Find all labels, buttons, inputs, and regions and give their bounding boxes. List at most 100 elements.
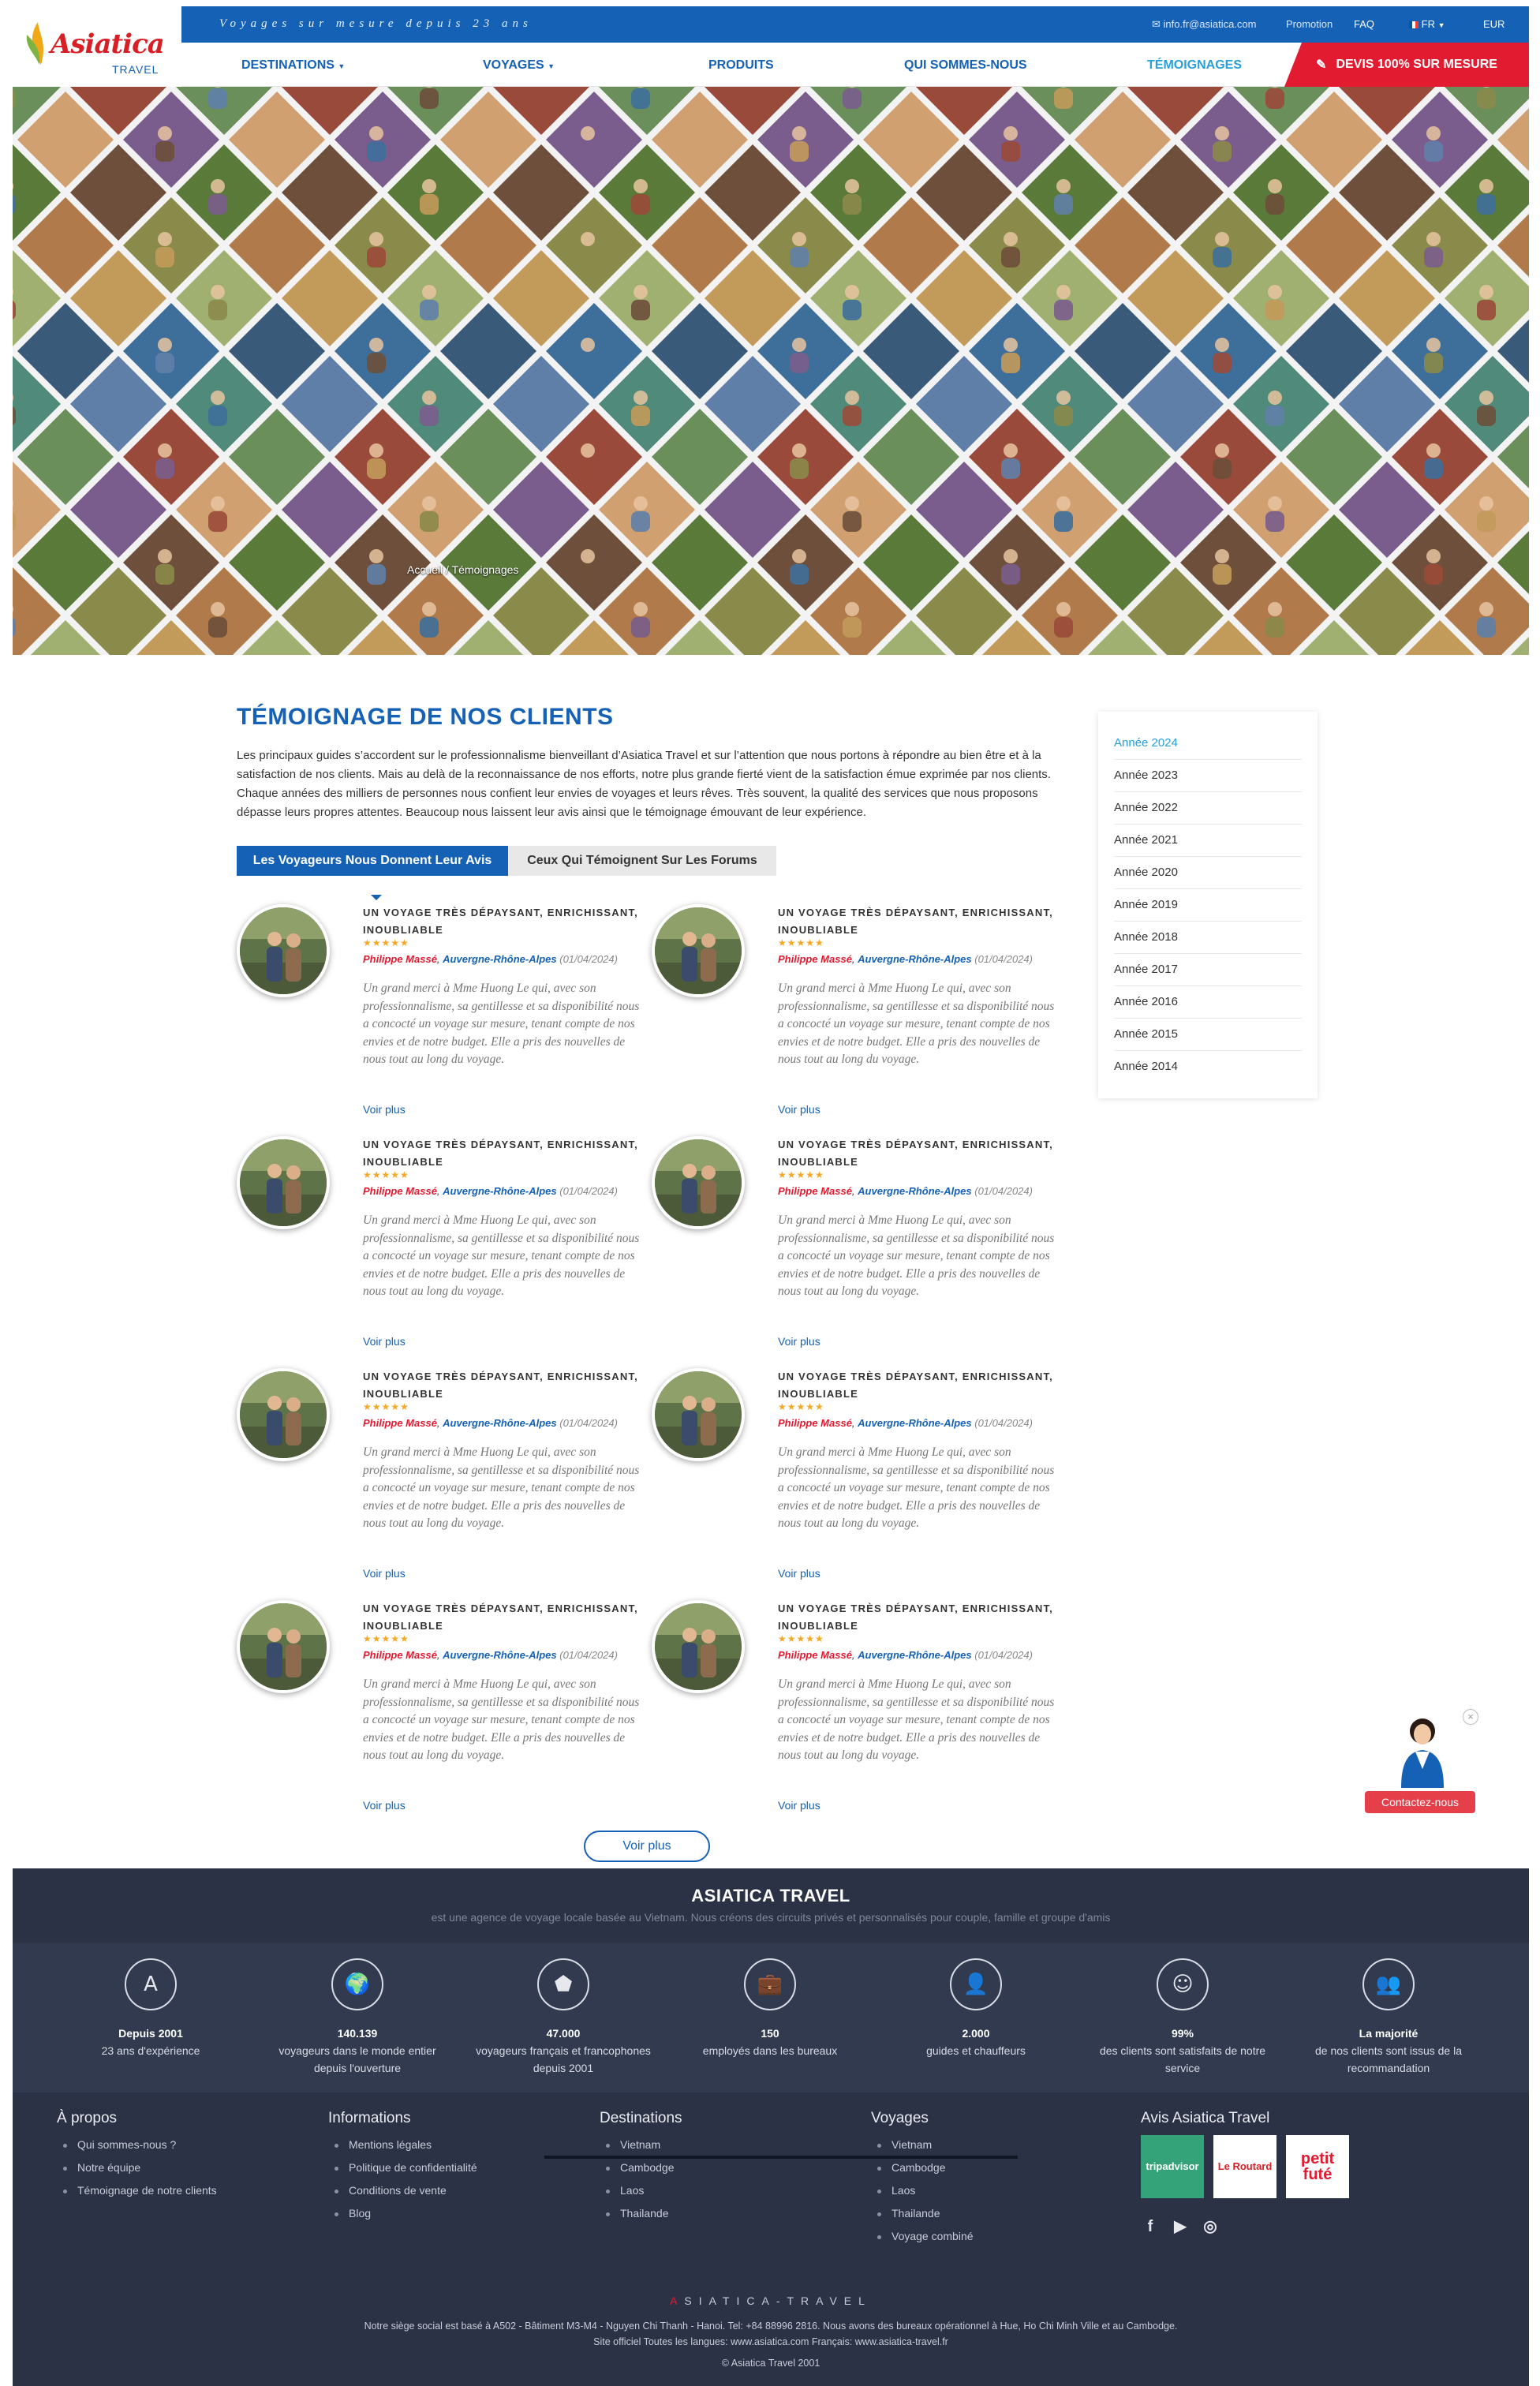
currency-selector[interactable]: EUR: [1483, 18, 1504, 30]
tab-voyageurs-avis[interactable]: Les Voyageurs Nous Donnent Leur Avis: [237, 846, 508, 876]
footer-link[interactable]: Notre équipe: [57, 2156, 217, 2179]
collage-person-shape: [1426, 126, 1441, 140]
collage-person-shape: [1001, 141, 1020, 162]
collage-person-shape: [1054, 617, 1073, 638]
breadcrumb-home[interactable]: Accueil: [407, 563, 443, 576]
review-read-more[interactable]: Voir plus: [363, 1103, 406, 1116]
footer-link[interactable]: Politique de confidentialité: [328, 2156, 477, 2179]
collage-person-shape: [790, 247, 809, 267]
review-read-more[interactable]: Voir plus: [778, 1799, 820, 1812]
collage-person-shape: [208, 511, 227, 532]
stat-value: 99%: [1171, 2027, 1194, 2040]
review-region: Auvergne-Rhône-Alpes: [858, 1185, 972, 1197]
footer-link[interactable]: Témoignage de notre clients: [57, 2179, 217, 2202]
year-filter-item[interactable]: Année 2019: [1114, 889, 1302, 922]
review-title: UN VOYAGE TRÈS DÉPAYSANT, ENRICHISSANT, …: [363, 1139, 638, 1168]
youtube-icon[interactable]: ▶: [1171, 2217, 1190, 2236]
footer-link[interactable]: Laos: [600, 2179, 682, 2202]
collage-person-shape: [845, 496, 859, 510]
footer-link[interactable]: Laos: [871, 2179, 974, 2202]
footer-subtitle: est une agence de voyage locale basée au…: [431, 1911, 1111, 1924]
stat-item: 🌍 140.139 voyageurs dans le monde entier d…: [263, 1958, 452, 2077]
routard-badge[interactable]: Le Routard: [1213, 2135, 1276, 2198]
collage-person-shape: [792, 126, 806, 140]
nav-temoignages[interactable]: TÉMOIGNAGES: [1147, 58, 1242, 73]
year-filter-item[interactable]: Année 2015: [1114, 1019, 1302, 1051]
footer-link[interactable]: Conditions de vente: [328, 2179, 477, 2202]
stat-item: A Depuis 2001 23 ans d'expérience: [56, 1958, 245, 2059]
footer-link[interactable]: Blog: [328, 2202, 477, 2225]
review-read-more[interactable]: Voir plus: [363, 1335, 406, 1348]
stat-item: 👤 2.000 guides et chauffeurs: [881, 1958, 1071, 2059]
year-filter-item[interactable]: Année 2016: [1114, 986, 1302, 1019]
review-card: UN VOYAGE TRÈS DÉPAYSANT, ENRICHISSANT, …: [652, 904, 1062, 1133]
petit-fute-badge[interactable]: petit futé: [1286, 2135, 1349, 2198]
review-author: Philippe Massé: [363, 1185, 437, 1197]
year-filter-item[interactable]: Année 2022: [1114, 792, 1302, 825]
load-more-button[interactable]: Voir plus: [584, 1831, 710, 1862]
year-filter-item[interactable]: Année 2021: [1114, 825, 1302, 857]
review-read-more[interactable]: Voir plus: [778, 1335, 820, 1348]
year-filter-item[interactable]: Année 2018: [1114, 922, 1302, 954]
year-filter-item[interactable]: Année 2020: [1114, 857, 1302, 889]
nav-qui-sommes-nous[interactable]: QUI SOMMES-NOUS: [904, 58, 1027, 73]
faq-link[interactable]: FAQ: [1354, 18, 1374, 30]
close-icon[interactable]: ×: [1463, 1709, 1478, 1725]
footer-link[interactable]: Cambodge: [600, 2156, 682, 2179]
devis-button[interactable]: ✎ DEVIS 100% SUR MESURE: [1284, 43, 1529, 87]
review-region: Auvergne-Rhône-Alpes: [443, 1417, 557, 1429]
review-text: Un grand merci à Mme Huong Le qui, avec …: [363, 1214, 640, 1298]
year-filter-item[interactable]: Année 2014: [1114, 1051, 1302, 1083]
stat-value: La majorité: [1359, 2027, 1419, 2040]
email-link[interactable]: ✉ info.fr@asiatica.com: [1152, 18, 1257, 31]
nav-destinations[interactable]: DESTINATIONS ▼: [241, 58, 345, 73]
review-read-more[interactable]: Voir plus: [363, 1567, 406, 1580]
tab-forums[interactable]: Ceux Qui Témoignent Sur Les Forums: [508, 846, 776, 876]
review-meta: Philippe Massé, Auvergne-Rhône-Alpes (01…: [363, 1649, 618, 1661]
footer-link[interactable]: Vietnam: [871, 2134, 974, 2156]
collage-person-shape: [845, 602, 859, 616]
footer-link[interactable]: Thailande: [600, 2202, 682, 2225]
instagram-icon[interactable]: ◎: [1201, 2217, 1220, 2236]
logo-brand: Asiatica: [50, 28, 165, 60]
review-text: Un grand merci à Mme Huong Le qui, avec …: [363, 1677, 640, 1762]
review-date: (01/04/2024): [974, 1649, 1033, 1661]
collage-person-shape: [634, 391, 648, 405]
footer-link[interactable]: Cambodge: [871, 2156, 974, 2179]
review-read-more[interactable]: Voir plus: [778, 1567, 820, 1580]
footer-link[interactable]: Vietnam: [600, 2134, 682, 2156]
tripadvisor-badge[interactable]: tripadvisor: [1141, 2135, 1204, 2198]
review-author: Philippe Massé: [363, 1649, 437, 1661]
review-title: UN VOYAGE TRÈS DÉPAYSANT, ENRICHISSANT, …: [363, 907, 638, 936]
footer-link[interactable]: Voyage combiné: [871, 2225, 974, 2248]
promotion-link[interactable]: Promotion: [1286, 18, 1333, 30]
nav-voyages[interactable]: VOYAGES ▼: [483, 58, 555, 73]
footer-link[interactable]: Mentions légales: [328, 2134, 477, 2156]
footer-link[interactable]: Qui sommes-nous ?: [57, 2134, 217, 2156]
review-read-more[interactable]: Voir plus: [363, 1799, 406, 1812]
nav-produits[interactable]: PRODUITS: [708, 58, 774, 73]
footer-link[interactable]: Thailande: [871, 2202, 974, 2225]
collage-person-shape: [1056, 391, 1071, 405]
rating-stars: ★★★★★: [363, 1401, 409, 1412]
review-title: UN VOYAGE TRÈS DÉPAYSANT, ENRICHISSANT, …: [778, 907, 1053, 936]
stat-item: ☺ 99% des clients sont satisfaits de notre…: [1088, 1958, 1277, 2077]
site-logo[interactable]: Asiatica TRAVEL: [13, 6, 181, 87]
year-filter-item[interactable]: Année 2017: [1114, 954, 1302, 986]
review-read-more[interactable]: Voir plus: [778, 1103, 820, 1116]
asiatica-logo-icon: A: [125, 1958, 177, 2010]
review-author: Philippe Massé: [363, 953, 437, 965]
collage-person-shape: [155, 564, 174, 585]
collage-person-shape: [1004, 443, 1018, 458]
review-title: UN VOYAGE TRÈS DÉPAYSANT, ENRICHISSANT, …: [363, 1603, 638, 1632]
contact-button[interactable]: Contactez-nous: [1365, 1791, 1475, 1813]
year-filter-item[interactable]: Année 2024: [1114, 727, 1302, 760]
review-author: Philippe Massé: [778, 1185, 852, 1197]
year-filter-item[interactable]: Année 2023: [1114, 760, 1302, 792]
collage-person-shape: [420, 88, 439, 109]
collage-person-shape: [1215, 443, 1229, 458]
language-selector[interactable]: FR ▼: [1409, 18, 1445, 30]
facebook-icon[interactable]: f: [1141, 2217, 1160, 2236]
rating-stars: ★★★★★: [778, 937, 824, 948]
collage-person-shape: [1477, 617, 1496, 638]
